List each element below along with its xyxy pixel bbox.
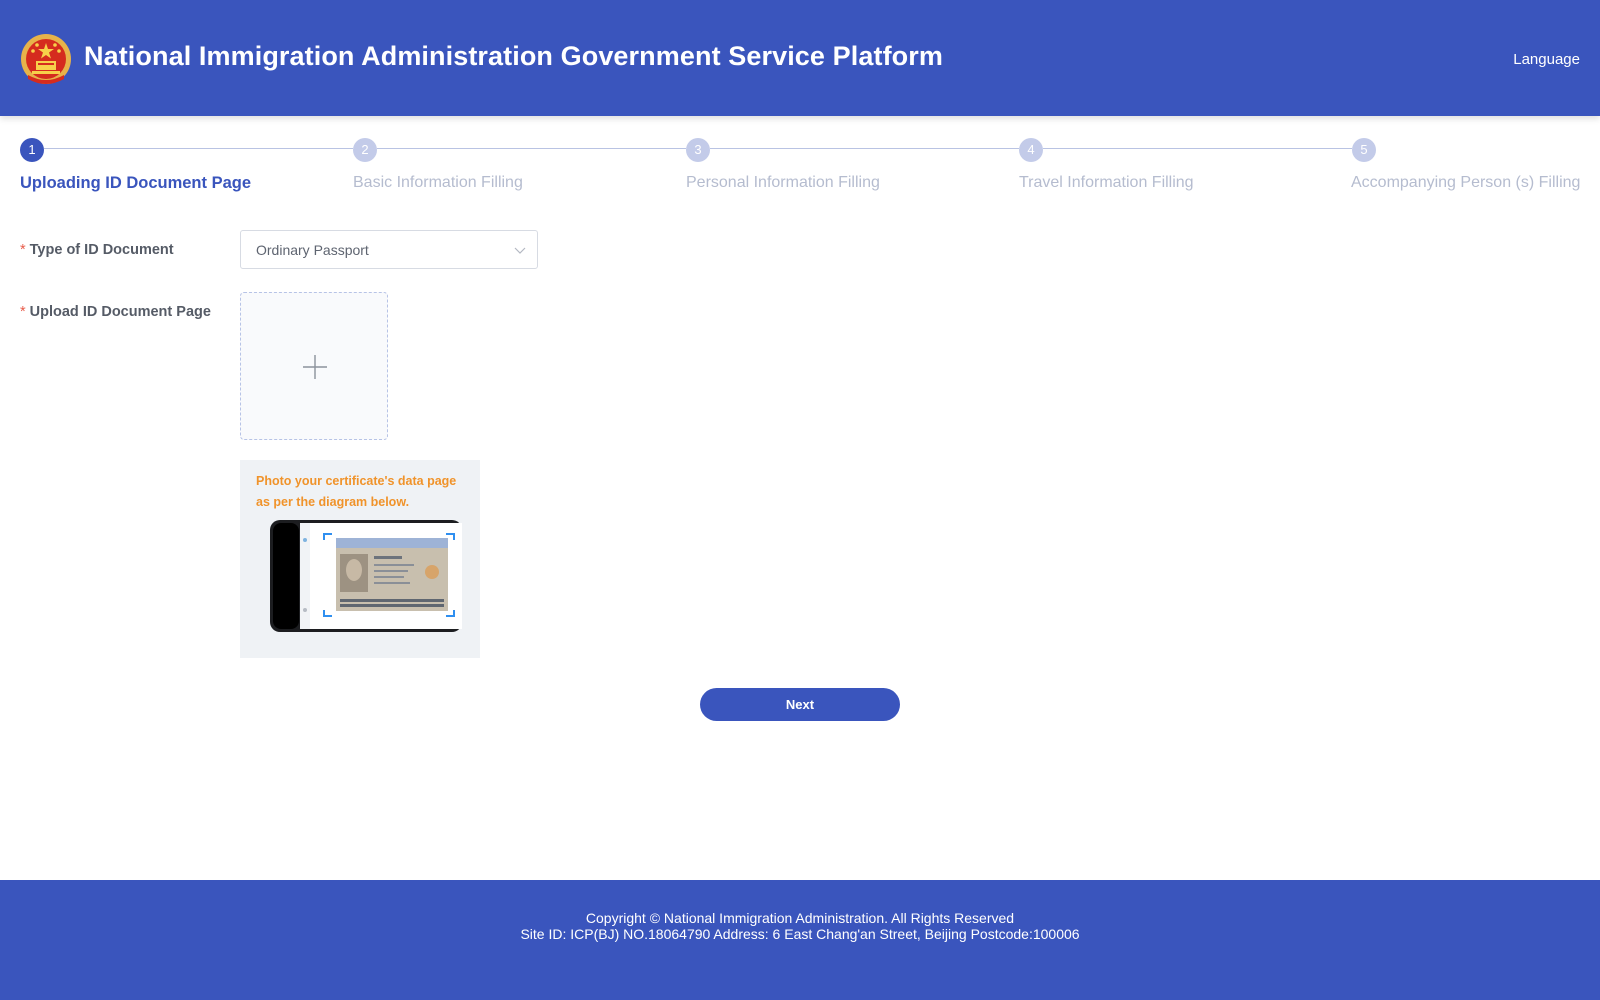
id-type-select[interactable]: Ordinary Passport xyxy=(240,230,538,269)
footer-copyright: Copyright © National Immigration Adminis… xyxy=(585,910,1015,926)
step-3-label: Personal Information Filling xyxy=(686,174,880,191)
upload-hint-text: Photo your certificate's data page as pe… xyxy=(256,474,457,509)
footer-site-info: Site ID: ICP(BJ) NO.18064790 Address: 6 … xyxy=(520,926,1080,942)
required-mark: * xyxy=(20,304,26,320)
site-title: National Immigration Administration Gove… xyxy=(84,41,943,71)
plus-icon xyxy=(303,355,327,379)
step-1-label: Uploading ID Document Page xyxy=(20,174,252,192)
step-2-label: Basic Information Filling xyxy=(353,174,523,191)
upload-dropzone[interactable] xyxy=(240,292,388,440)
id-type-label: * Type of ID Document xyxy=(20,242,174,258)
next-button[interactable]: Next xyxy=(700,688,900,721)
page: National Immigration Administration Gove… xyxy=(0,0,1600,1000)
upload-label: * Upload ID Document Page xyxy=(20,304,211,320)
step-4-label: Travel Information Filling xyxy=(1019,174,1194,191)
id-type-select-value: Ordinary Passport xyxy=(256,242,369,258)
national-emblem-icon xyxy=(21,34,71,84)
step-5-label: Accompanying Person (s) Filling xyxy=(1351,174,1581,191)
step-3-number: 3 xyxy=(686,138,710,162)
step-2-number: 2 xyxy=(353,138,377,162)
upload-label-text: Upload ID Document Page xyxy=(29,304,211,320)
header-bar: National Immigration Administration Gove… xyxy=(0,0,1600,116)
required-mark: * xyxy=(20,242,26,258)
step-connector xyxy=(1043,148,1352,149)
chevron-down-icon xyxy=(514,247,526,254)
passport-photo-diagram xyxy=(270,520,462,632)
upload-hint-card: Photo your certificate's data page as pe… xyxy=(240,460,480,658)
step-connector xyxy=(377,148,686,149)
step-1-number: 1 xyxy=(20,138,44,162)
language-link[interactable]: Language xyxy=(1513,51,1580,68)
footer: Copyright © National Immigration Adminis… xyxy=(0,880,1600,1000)
step-connector xyxy=(44,148,353,149)
step-connector xyxy=(710,148,1019,149)
step-4-number: 4 xyxy=(1019,138,1043,162)
step-5-number: 5 xyxy=(1352,138,1376,162)
id-type-label-text: Type of ID Document xyxy=(29,242,174,258)
